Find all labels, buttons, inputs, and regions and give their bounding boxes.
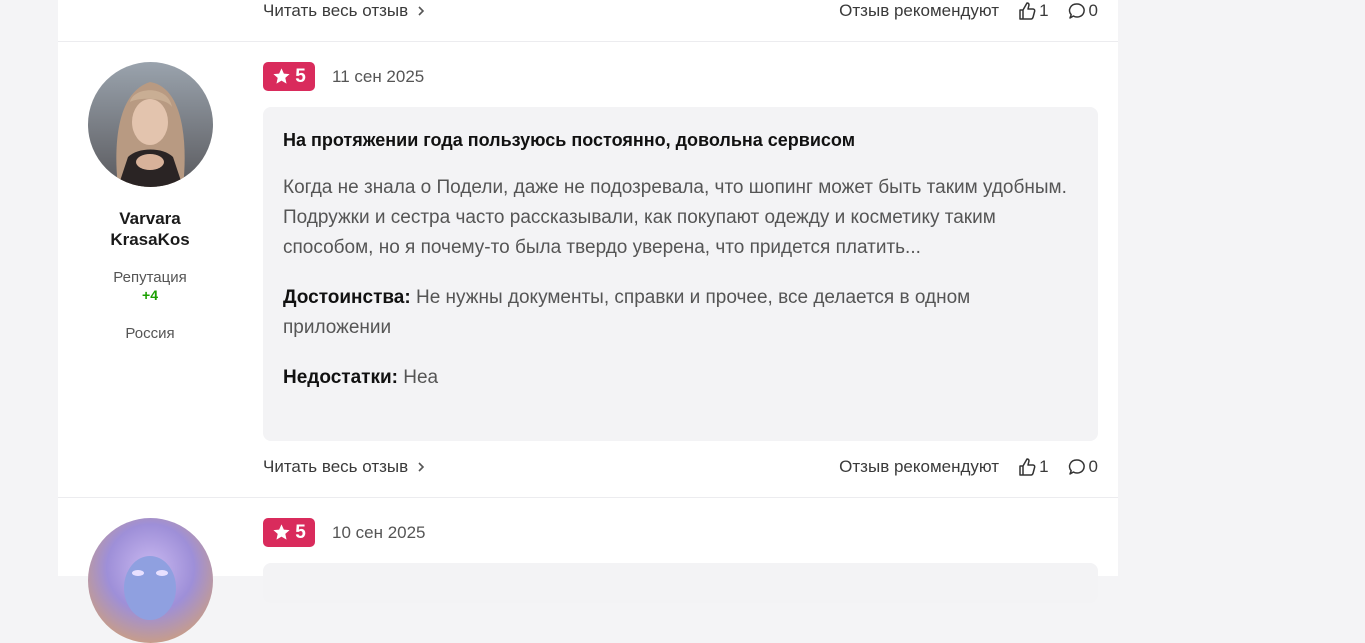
next-rating-badge: 5 <box>263 518 315 547</box>
next-review-body[interactable] <box>263 563 1098 603</box>
next-review-header: 5 10 сен 2025 <box>263 518 426 547</box>
author-last-name: KrasaKos <box>110 230 190 249</box>
review-actions: Отзыв рекомендуют 1 0 <box>839 457 1098 477</box>
divider <box>58 41 1118 42</box>
rating-badge: 5 <box>263 62 315 91</box>
star-icon <box>273 68 290 84</box>
review-cons: Недостатки: Неа <box>283 363 1078 393</box>
review-pros: Достоинства: Не нужны документы, справки… <box>283 283 1078 343</box>
divider <box>58 497 1118 498</box>
prev-review-footer: Читать весь отзыв Отзыв рекомендуют 1 0 <box>263 0 1098 23</box>
review-header: 5 11 сен 2025 <box>263 62 424 91</box>
reviews-card: Читать весь отзыв Отзыв рекомендуют 1 0 <box>58 0 1118 643</box>
author-first-name: Varvara <box>119 209 181 228</box>
prev-review-actions: Отзыв рекомендуют 1 0 <box>839 1 1098 21</box>
next-review-date: 10 сен 2025 <box>332 522 426 542</box>
prev-comment-count: 0 <box>1088 1 1098 20</box>
star-icon <box>273 524 290 540</box>
author-country: Россия <box>125 325 175 342</box>
avatar-image <box>87 62 213 187</box>
next-review-author <box>58 518 242 643</box>
prev-recommend-text: Отзыв рекомендуют <box>839 1 1000 20</box>
next-avatar[interactable] <box>87 518 213 643</box>
review-text: Когда не знала о Подели, даже не подозре… <box>283 177 1067 258</box>
thumbs-up-icon <box>1019 458 1036 476</box>
read-full-label: Читать весь отзыв <box>263 457 409 476</box>
next-rating-value: 5 <box>295 521 306 543</box>
next-avatar-image <box>87 518 213 643</box>
review-title: На протяжении года пользуюсь постоянно, … <box>283 130 856 150</box>
comment-count: 0 <box>1088 457 1098 476</box>
review-author: Varvara KrasaKos Репутация +4 Россия <box>58 62 242 342</box>
comment-icon <box>1068 3 1085 19</box>
review-date: 11 сен 2025 <box>332 66 425 86</box>
cons-label: Недостатки: <box>283 367 398 388</box>
review-footer: Читать весь отзыв Отзыв рекомендуют 1 0 <box>263 455 1098 479</box>
cons-text: Неа <box>403 367 439 388</box>
read-full-link[interactable]: Читать весь отзыв <box>263 457 426 477</box>
pros-label: Достоинства: <box>283 287 411 308</box>
reputation-value: +4 <box>142 287 158 303</box>
rating-value: 5 <box>295 65 306 87</box>
avatar[interactable] <box>87 62 213 187</box>
review-body[interactable]: На протяжении года пользуюсь постоянно, … <box>263 107 1098 441</box>
prev-like-button[interactable]: 1 <box>1017 1 1049 21</box>
prev-read-full-label: Читать весь отзыв <box>263 1 409 20</box>
prev-like-count: 1 <box>1039 1 1049 20</box>
prev-comments-button[interactable]: 0 <box>1067 1 1098 21</box>
like-count: 1 <box>1039 457 1049 476</box>
recommend-text: Отзыв рекомендуют <box>839 457 1000 476</box>
prev-read-full-link[interactable]: Читать весь отзыв <box>263 1 426 21</box>
chevron-right-icon <box>418 462 425 472</box>
author-name[interactable]: Varvara KrasaKos <box>58 208 242 250</box>
comment-icon <box>1068 459 1085 475</box>
chevron-right-icon <box>418 6 425 16</box>
reputation-label: Репутация <box>113 269 187 286</box>
thumbs-up-icon <box>1019 2 1036 20</box>
comments-button[interactable]: 0 <box>1067 457 1098 477</box>
like-button[interactable]: 1 <box>1017 457 1049 477</box>
page: Читать весь отзыв Отзыв рекомендуют 1 0 <box>0 0 1365 643</box>
